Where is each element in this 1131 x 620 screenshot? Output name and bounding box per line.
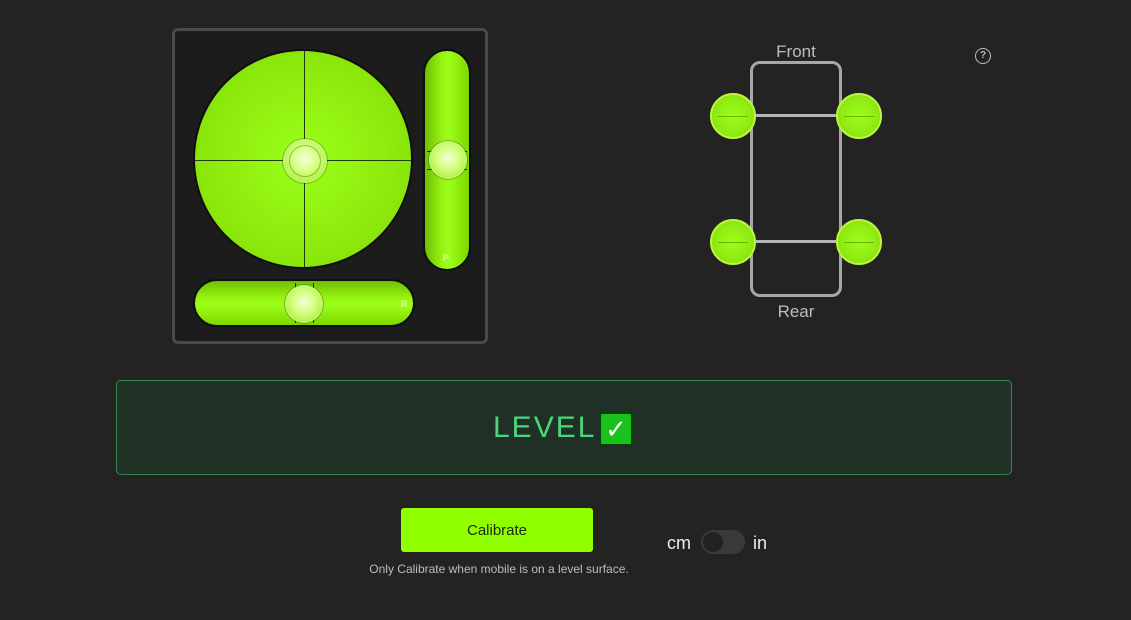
help-icon[interactable]: ? (975, 48, 991, 64)
level-status-panel: LEVEL ✓ (116, 380, 1012, 475)
pitch-bubble (429, 141, 467, 179)
pitch-label: P (443, 253, 450, 263)
bubble-level-panel: P R (172, 28, 488, 344)
circular-bubble (283, 139, 327, 183)
wheel-line (718, 242, 748, 243)
bubble-ring (289, 145, 321, 177)
wheel-rear-left (710, 219, 756, 265)
unit-in-label: in (753, 533, 768, 553)
wheel-line (718, 116, 748, 117)
wheel-front-right (836, 93, 882, 139)
calibrate-note: Only Calibrate when mobile is on a level… (369, 562, 629, 576)
pitch-tube-level: P (423, 49, 471, 271)
check-icon: ✓ (599, 412, 633, 446)
unit-toggle[interactable] (701, 530, 745, 554)
wheel-line (844, 116, 874, 117)
car-outline (750, 61, 842, 297)
level-status-text: LEVEL (493, 411, 597, 444)
circular-bubble-level (193, 49, 413, 269)
roll-tube-level: R (193, 279, 415, 327)
calibrate-button[interactable]: Calibrate (401, 508, 593, 552)
roll-label: R (401, 299, 408, 309)
wheel-line (844, 242, 874, 243)
car-front-label: Front (776, 42, 816, 61)
roll-bubble (285, 285, 323, 323)
wheel-front-left (710, 93, 756, 139)
toggle-knob (703, 532, 723, 552)
unit-cm-label: cm (667, 533, 691, 553)
wheel-rear-right (836, 219, 882, 265)
car-rear-label: Rear (777, 302, 815, 321)
